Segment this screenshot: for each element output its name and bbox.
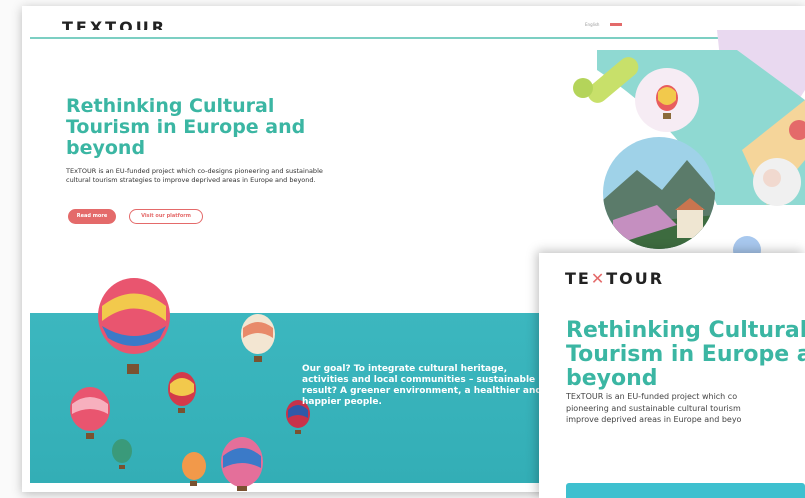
visit-platform-button[interactable]: Visit our platform bbox=[129, 209, 203, 224]
mobile-text-line: improve deprived areas in Europe and bey… bbox=[566, 415, 742, 424]
goal-statement: Our goal? To integrate cultural heritage… bbox=[302, 364, 542, 407]
hot-air-balloon-icon bbox=[241, 314, 275, 362]
hero-description: TExTOUR is an EU-funded project which co… bbox=[66, 167, 323, 184]
mobile-cta-button[interactable] bbox=[566, 483, 805, 498]
mobile-logo-prefix: TE bbox=[565, 269, 591, 288]
screenshot-background: TEXTOUR English Rethinking Cultural Tour… bbox=[0, 0, 805, 498]
hot-air-balloon-icon bbox=[98, 278, 170, 374]
hot-air-balloon-icon bbox=[70, 387, 110, 439]
site-logo[interactable]: TEXTOUR bbox=[62, 20, 167, 30]
hot-air-balloon-icon bbox=[182, 452, 206, 486]
language-selector[interactable]: English bbox=[585, 22, 599, 27]
people-photo bbox=[763, 169, 781, 187]
mobile-hero-title: Rethinking Cultural Tourism in Europe a … bbox=[566, 319, 805, 391]
hot-air-balloon-icon bbox=[112, 439, 132, 469]
mobile-title-line: beyond bbox=[566, 366, 658, 391]
hot-air-balloon-icon bbox=[168, 372, 196, 413]
mobile-text-line: TExTOUR is an EU-funded project which co bbox=[566, 392, 738, 401]
read-more-button[interactable]: Read more bbox=[68, 209, 116, 224]
mobile-logo-suffix: TOUR bbox=[606, 269, 665, 288]
lime-dot bbox=[573, 78, 593, 98]
mobile-preview-card: TE✕TOUR Rethinking Cultural Tourism in E… bbox=[539, 253, 805, 498]
hot-air-balloon-icon bbox=[221, 437, 263, 491]
mobile-title-line: Tourism in Europe a bbox=[566, 342, 805, 367]
villa bbox=[677, 208, 703, 238]
logo-x-icon: ✕ bbox=[590, 269, 607, 288]
hero-collage-illustration bbox=[573, 30, 805, 260]
mobile-title-line: Rethinking Cultural bbox=[566, 318, 805, 343]
language-flag-icon[interactable] bbox=[610, 23, 622, 26]
hero-title: Rethinking Cultural Tourism in Europe an… bbox=[66, 95, 306, 159]
mobile-logo[interactable]: TE✕TOUR bbox=[565, 269, 664, 288]
mobile-text-line: pioneering and sustainable cultural tour… bbox=[566, 403, 741, 413]
mobile-hero-description: TExTOUR is an EU-funded project which co… bbox=[566, 391, 805, 426]
